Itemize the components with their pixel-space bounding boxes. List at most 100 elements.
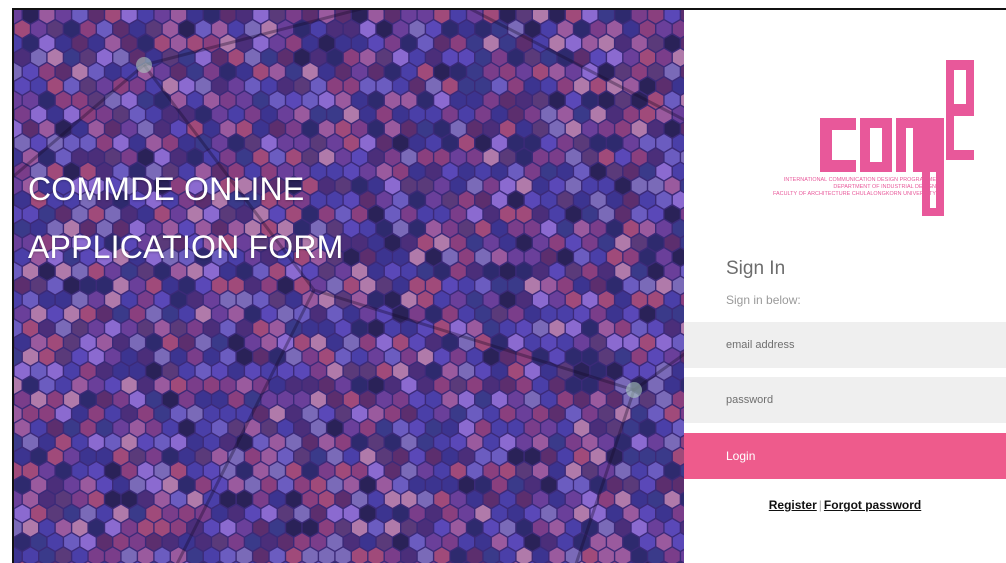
hexagon-tile <box>97 333 112 352</box>
hexagon-tile <box>360 162 376 181</box>
hexagon-tile <box>541 333 557 352</box>
hexagon-tile <box>467 63 483 81</box>
hexagon-tile <box>171 120 187 138</box>
signin-title: Sign In <box>726 258 786 279</box>
hexagon-tile <box>631 262 647 280</box>
hexagon-tile <box>64 390 80 409</box>
hexagon-tile <box>590 105 606 124</box>
hexagon-tile <box>623 162 639 181</box>
email-field[interactable] <box>684 322 1006 368</box>
hexagon-tile <box>491 162 507 181</box>
hexagon-tile <box>631 10 647 24</box>
hexagon-tile <box>310 390 326 409</box>
register-link[interactable]: Register <box>769 498 817 512</box>
hexagon-tile <box>171 10 187 24</box>
hexagon-tile <box>47 533 63 551</box>
hexagon-tile <box>64 77 80 95</box>
hexagon-tile <box>565 262 581 280</box>
hexagon-tile <box>582 433 598 451</box>
hexagon-tile <box>533 547 549 563</box>
forgot-password-link[interactable]: Forgot password <box>824 498 921 512</box>
hexagon-tile <box>39 319 55 337</box>
login-button[interactable]: Login <box>684 433 1006 479</box>
hexagon-tile <box>672 362 684 380</box>
hexagon-tile <box>138 490 154 508</box>
password-field[interactable] <box>684 377 1006 423</box>
hexagon-tile <box>640 533 655 551</box>
hexagon-tile <box>516 262 532 280</box>
hexagon-tile <box>253 63 269 81</box>
hexagon-tile <box>14 63 22 81</box>
hexagon-tile <box>607 305 623 323</box>
hexagon-tile <box>368 319 384 337</box>
hexagon-tile <box>245 105 261 124</box>
hexagon-tile <box>442 248 458 266</box>
hexagon-tile <box>631 63 647 81</box>
hexagon-tile <box>475 419 491 437</box>
hexagon-tile <box>203 376 219 394</box>
hexagon-tile <box>590 219 606 238</box>
hexagon-tile <box>672 476 684 494</box>
hexagon-tile <box>516 376 532 394</box>
hexagon-tile <box>302 376 318 394</box>
hexagon-tile <box>129 362 145 380</box>
hexagon-tile <box>105 348 121 366</box>
hexagon-tile <box>401 91 417 109</box>
hexagon-tile <box>220 490 236 508</box>
hexagon-tile <box>483 120 499 138</box>
hexagon-tile <box>574 77 590 95</box>
hexagon-tile <box>154 547 170 563</box>
hexagon-tile <box>368 34 384 52</box>
hexagon-tile <box>327 447 343 466</box>
hexagon-tile <box>105 405 121 423</box>
hexagon-tile <box>154 433 170 451</box>
hexagon-tile <box>80 333 96 352</box>
hexagon-tile <box>187 405 203 423</box>
hexagon-tile <box>459 504 474 523</box>
hexagon-tile <box>376 105 392 124</box>
hexagon-tile <box>409 362 425 380</box>
hexagon-tile <box>401 148 417 166</box>
hexagon-tile <box>269 10 285 24</box>
hexagon-tile <box>203 291 219 309</box>
hexagon-tile <box>500 91 516 109</box>
hexagon-tile <box>212 276 228 295</box>
hexagon-tile <box>672 305 684 323</box>
hexagon-tile <box>253 490 269 508</box>
hexagon-tile <box>360 476 376 494</box>
hexagon-tile <box>475 248 491 266</box>
hexagon-tile <box>319 63 335 81</box>
hexagon-tile <box>384 405 400 423</box>
hexagon-tile <box>138 433 154 451</box>
hexagon-tile <box>195 362 211 380</box>
hexagon-tile <box>72 91 88 109</box>
hexagon-tile <box>319 34 335 52</box>
hexagon-tile <box>319 376 335 394</box>
hexagon-tile <box>80 20 96 38</box>
hexagon-tile <box>483 205 499 223</box>
hexagon-tile <box>64 476 80 494</box>
hexagon-tile <box>582 205 598 223</box>
hexagon-tile <box>656 276 672 295</box>
hexagon-tile <box>294 533 310 551</box>
hexagon-tile <box>294 504 310 523</box>
hexagon-tile <box>245 77 261 95</box>
hexagon-tile <box>343 191 359 209</box>
hexagon-tile <box>541 248 557 266</box>
hexagon-tile <box>393 447 409 466</box>
hexagon-tile <box>14 120 22 138</box>
hexagon-tile <box>39 405 55 423</box>
hexagon-tile <box>203 547 219 563</box>
hexagon-tile <box>360 504 376 523</box>
hexagon-tile <box>426 248 442 266</box>
hexagon-tile <box>269 63 285 81</box>
hexagon-tile <box>286 547 302 563</box>
hexagon-tile <box>310 476 326 494</box>
hexagon-tile <box>228 77 244 95</box>
hexagon-tile <box>475 77 491 95</box>
hexagon-tile <box>203 120 219 138</box>
hexagon-tile <box>171 34 187 52</box>
hexagon-tile <box>533 519 549 537</box>
hexagon-tile <box>598 234 614 252</box>
hexagon-tile <box>656 20 672 38</box>
